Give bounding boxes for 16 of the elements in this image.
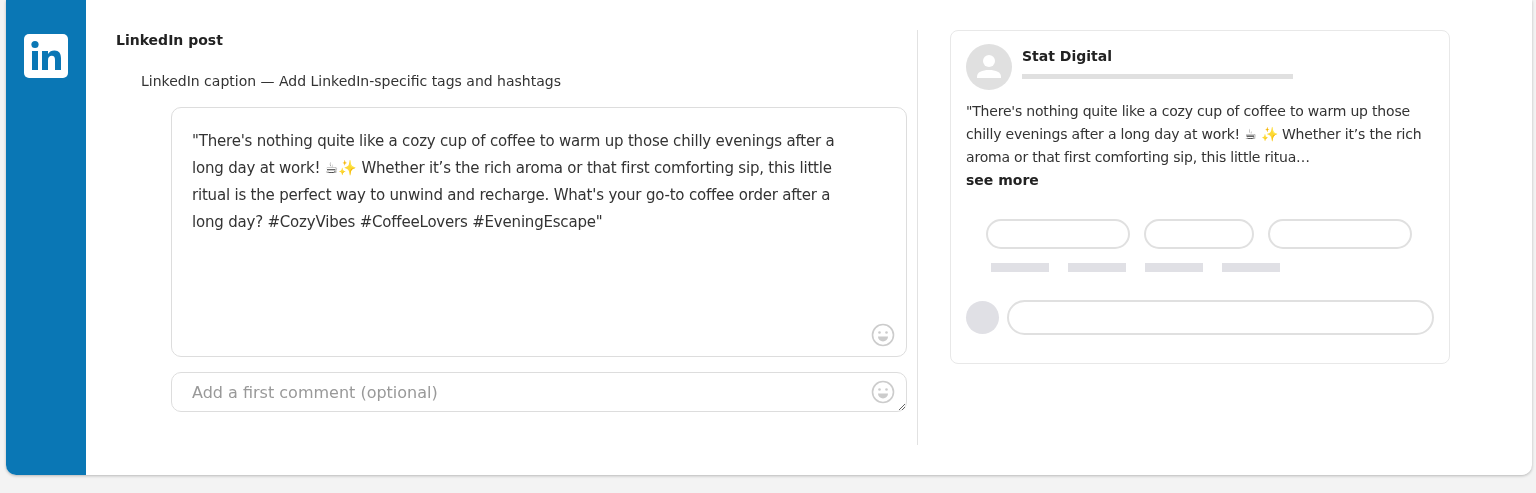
post-text: "There's nothing quite like a cozy cup of coffee to warm up those chilly evenings after a long day at work! ☕ ✨ Whether it’s the rich aroma or that first comforting sip, this little ritua… [966, 102, 1423, 167]
linkedin-logo-icon [24, 34, 68, 78]
see-more-link[interactable]: see more [966, 169, 1434, 191]
placeholder-bar [991, 263, 1049, 272]
emoji-icon[interactable] [871, 323, 895, 347]
first-comment-field[interactable]: Add a first comment (optional) [171, 372, 907, 412]
placeholder-bar [1068, 263, 1126, 272]
placeholder-bar [1222, 263, 1280, 272]
avatar-icon [966, 44, 1012, 90]
account-name: Stat Digital [1022, 48, 1113, 64]
placeholder-bar [1145, 263, 1203, 272]
resize-handle-icon[interactable] [898, 403, 906, 411]
section-title: LinkedIn post [116, 32, 224, 48]
avatar-placeholder [966, 301, 999, 334]
caption-field[interactable]: "There's nothing quite like a cozy cup of coffee to warm up those chilly evenings after a long day at work! ☕✨ Whether it’s the rich aroma or that first comforting sip, this little ritual is the perfect way to unwind and recharge. What's your go-to coffee order after a long day? #CozyVibes #CoffeeLovers #EveningEscape" [171, 107, 907, 357]
caption-label: LinkedIn caption — Add LinkedIn-specific tags and hashtags [141, 73, 562, 89]
